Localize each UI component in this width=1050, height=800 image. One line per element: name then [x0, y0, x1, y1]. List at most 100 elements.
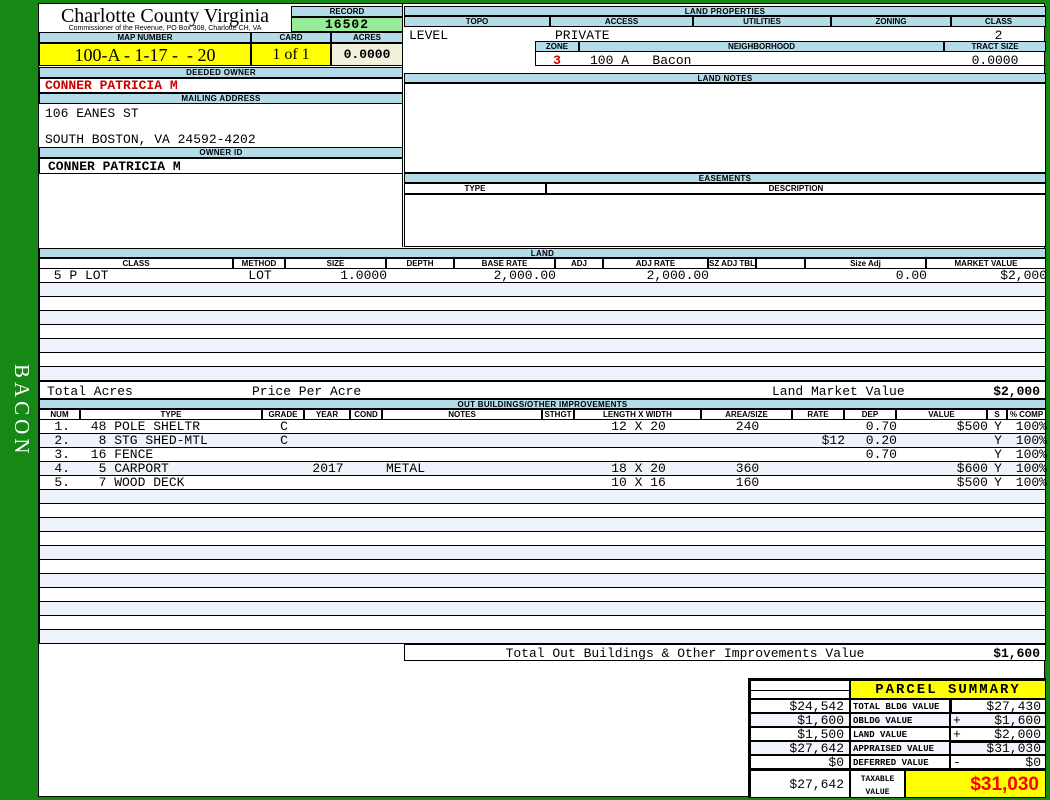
out-row: 3. 16 FENCE 0.70 Y 100% [39, 447, 1047, 462]
total-acres-label: Total Acres [47, 384, 133, 399]
owner-panel: Charlotte County Virginia Commissioner o… [39, 4, 403, 247]
map-number-label: MAP NUMBER [39, 32, 251, 43]
out-dep: 0.70 [865, 419, 897, 434]
neighborhood-value: 100 A Bacon [590, 53, 692, 68]
card-value: 1 of 1 [251, 43, 331, 66]
out-num: 5. [54, 475, 70, 490]
topo-value: LEVEL [409, 28, 449, 43]
out-row: 1. 48 POLE SHELTR C 12 X 20 240 0.70 $50… [39, 419, 1047, 434]
out-lxw: 10 X 16 [611, 475, 666, 490]
owner-id-value: CONNER PATRICIA M [39, 158, 403, 174]
out-area: 240 [735, 419, 760, 434]
ps-taxable-label: TAXABLE VALUE [850, 769, 905, 798]
ps-left-value: $27,642 [750, 769, 850, 798]
ps-left-value: $1,600 [750, 713, 850, 727]
out-notes: METAL [386, 461, 426, 476]
land-market-value-total: $2,000 [993, 384, 1040, 399]
ps-op: - [953, 755, 961, 770]
out-grade: C [280, 433, 288, 448]
ps-value-cell: + $2,000 [950, 727, 1046, 741]
land-adj-rate-value: 2,000.00 [646, 268, 709, 283]
out-col-notes: NOTES [382, 409, 542, 420]
mailing-address-header: MAILING ADDRESS [39, 93, 403, 104]
out-type: 5 CARPORT [83, 461, 169, 476]
ps-label: DEFERRED VALUE [850, 755, 950, 769]
ps-value-cell: $31,030 [950, 741, 1046, 755]
land-row: 5 P LOT LOT 1.0000 2,000.00 2,000.00 0.0… [39, 268, 1047, 283]
map-number-value: 100-A - 1-17 - - 20 [39, 43, 251, 66]
out-comp: 100% [1015, 419, 1047, 434]
tract-size-label: TRACT SIZE [944, 41, 1046, 52]
zone-value: 3 [553, 53, 561, 68]
out-total-row: Total Out Buildings & Other Improvements… [404, 644, 1046, 661]
ps-op: + [953, 727, 961, 742]
access-label: ACCESS [550, 16, 693, 27]
land-notes-box [404, 83, 1046, 173]
out-rate: $12 [821, 433, 845, 448]
ps-label: TOTAL BLDG VALUE [850, 699, 950, 713]
out-type: 48 POLE SHELTR [83, 419, 201, 434]
parcel-summary: PARCEL SUMMARY $24,542 TOTAL BLDG VALUE … [748, 678, 1046, 798]
out-grade: C [280, 419, 288, 434]
deeded-owner-value: CONNER PATRICIA M [39, 78, 403, 93]
out-s: Y [994, 475, 1002, 490]
out-col-cond: COND [350, 409, 382, 420]
out-s: Y [994, 419, 1002, 434]
owner-id-header: OWNER ID [39, 147, 403, 158]
easement-type-label: TYPE [404, 183, 546, 194]
out-col-sthgt: STHGT [542, 409, 574, 420]
ps-label: APPRAISED VALUE [850, 741, 950, 755]
topo-label: TOPO [404, 16, 550, 27]
acres-label: ACRES [331, 32, 403, 43]
out-comp: 100% [1015, 461, 1047, 476]
record-label: RECORD [291, 6, 403, 17]
price-per-acre-label: Price Per Acre [252, 384, 362, 399]
ps-left-value: $24,542 [750, 699, 850, 713]
land-class-value: 5 P LOT [46, 268, 109, 283]
out-value: $600 [956, 461, 988, 476]
land-properties-header: LAND PROPERTIES [404, 6, 1046, 16]
out-type: 8 STG SHED-MTL [83, 433, 208, 448]
out-row: 2. 8 STG SHED-MTL C $12 0.20 Y 100% [39, 433, 1047, 448]
land-method-value: LOT [248, 268, 272, 283]
out-comp: 100% [1015, 447, 1047, 462]
out-row: 5. 7 WOOD DECK 10 X 16 160 $500 Y 100% [39, 475, 1047, 490]
zone-label: ZONE [535, 41, 579, 52]
ps-op: + [953, 713, 961, 728]
out-num: 2. [54, 433, 70, 448]
out-s: Y [994, 447, 1002, 462]
land-col-sz-adj-tbl: SZ ADJ TBL [708, 258, 756, 269]
land-size-value: 1.0000 [340, 268, 387, 283]
out-area: 160 [735, 475, 760, 490]
land-market-value: $2,000 [1000, 268, 1047, 283]
class-label: CLASS [951, 16, 1046, 27]
ps-value: $1,600 [994, 713, 1041, 728]
ps-left-value: $27,642 [750, 741, 850, 755]
out-comp: 100% [1015, 433, 1047, 448]
out-lxw: 12 X 20 [611, 419, 666, 434]
land-base-rate-value: 2,000.00 [493, 268, 556, 283]
land-section-header: LAND [39, 248, 1046, 258]
utilities-label: UTILITIES [693, 16, 831, 27]
ps-left-value: $0 [750, 755, 850, 769]
out-type: 7 WOOD DECK [83, 475, 185, 490]
record-value: 16502 [291, 17, 403, 32]
land-empty-rows [39, 283, 1046, 381]
ps-value: $27,430 [986, 699, 1041, 714]
out-lxw: 18 X 20 [611, 461, 666, 476]
out-total-label: Total Out Buildings & Other Improvements… [505, 646, 865, 661]
acres-value: 0.0000 [331, 43, 403, 66]
land-col-depth: DEPTH [386, 258, 454, 269]
out-total-value: $1,600 [993, 646, 1040, 661]
easements-header: EASEMENTS [404, 173, 1046, 183]
ps-value: $0 [1025, 755, 1041, 770]
out-value: $500 [956, 475, 988, 490]
out-buildings-header: OUT BUILDINGS/OTHER IMPROVEMENTS [39, 399, 1046, 409]
out-num: 1. [54, 419, 70, 434]
easements-box [404, 194, 1046, 247]
out-dep: 0.20 [865, 433, 897, 448]
ps-label: LAND VALUE [850, 727, 950, 741]
out-col-year: YEAR [304, 409, 350, 420]
out-num: 3. [54, 447, 70, 462]
county-title: Charlotte County Virginia [60, 5, 270, 27]
